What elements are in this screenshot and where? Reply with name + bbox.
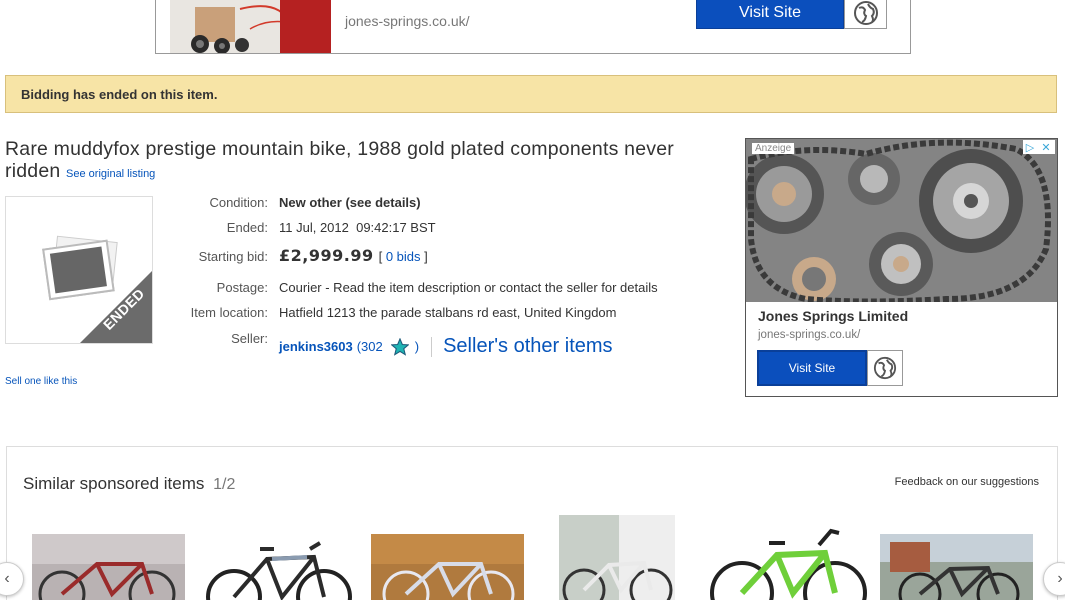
ad-choices[interactable]: ▷ ✕ [1023,140,1055,154]
ad-choices-icon[interactable]: ▷ [1023,140,1037,154]
bidding-ended-banner: Bidding has ended on this item. [5,75,1057,113]
bids-close-bracket: ] [424,249,428,264]
postage-row: Postage: Courier - Read the item descrip… [160,280,740,295]
similar-sponsored-items: Similar sponsored items 1/2 Feedback on … [0,446,1065,600]
similar-item-image[interactable] [707,525,867,600]
item-location-label: Item location: [190,305,268,320]
seller-feedback-score[interactable]: (302 [357,339,383,354]
similar-items-page: 1/2 [213,476,236,493]
chevron-left-icon: ‹ [4,570,10,587]
similar-item-image[interactable] [32,534,185,600]
item-location-value: Hatfield 1213 the parade stalbans rd eas… [279,305,617,320]
similar-items-title: Similar sponsored items [23,474,205,493]
starting-bid-value: £2,999.99 [279,246,374,265]
starting-bid-row: Starting bid: £2,999.99 [ 0 bids ] [160,246,740,265]
condition-label: Condition: [209,195,268,210]
chevron-right-icon: › [1057,570,1063,587]
side-ad-url[interactable]: jones-springs.co.uk/ [758,329,860,341]
status-message: Bidding has ended on this item. [21,86,218,102]
condition-row: Condition: New other (see details) [160,195,740,210]
starting-bid-label: Starting bid: [198,249,268,264]
similar-item-image[interactable] [880,534,1033,600]
top-banner-ad[interactable]: jones-springs.co.uk/ Visit Site [155,0,911,54]
item-thumbnail[interactable]: ENDED [5,196,153,344]
sell-one-like-this-link[interactable]: Sell one like this [5,376,77,387]
bids-open-bracket: [ [378,249,383,264]
bids-count: [ 0 bids ] [379,249,428,264]
globe-icon[interactable] [867,350,903,386]
ad-tag: Anzeige [752,143,795,154]
carousel-next-button[interactable]: › [1043,562,1065,596]
side-ad-image[interactable] [746,139,1057,302]
side-ad-company[interactable]: Jones Springs Limited [758,308,908,324]
postage-label: Postage: [216,280,268,295]
postage-value: Courier - Read the item description or c… [279,280,658,295]
seller-label: Seller: [231,331,268,346]
divider [431,336,433,357]
seller-info: jenkins3603 (302 ) Seller's other items [279,335,613,358]
ad-close-icon[interactable]: ✕ [1039,140,1053,154]
seller-score-close: ) [414,339,420,354]
ended-value: 11 Jul, 2012 09:42:17 BST [279,220,436,235]
item-location-row: Item location: Hatfield 1213 the parade … [160,305,740,320]
side-ad[interactable]: Anzeige ▷ ✕ Jones Springs Limited jones-… [745,138,1058,397]
globe-icon[interactable] [844,0,887,29]
top-ad-visit-site-button[interactable]: Visit Site [696,0,844,29]
similar-item-image[interactable] [559,515,675,600]
similar-item-image[interactable] [371,534,524,600]
top-ad-image[interactable] [170,0,331,53]
condition-value: New other (see details) [279,195,421,210]
similar-items-heading: Similar sponsored items 1/2 [23,474,235,494]
similar-item-image[interactable] [202,539,352,600]
side-ad-visit-site-button[interactable]: Visit Site [757,350,867,386]
top-ad-url[interactable]: jones-springs.co.uk/ [345,13,470,29]
bids-link[interactable]: 0 bids [386,249,421,264]
see-original-listing-link[interactable]: See original listing [66,168,155,180]
seller-name-link[interactable]: jenkins3603 [279,339,353,354]
carousel-prev-button[interactable]: ‹ [0,562,24,596]
ended-label: Ended: [226,220,268,235]
ended-row: Ended: 11 Jul, 2012 09:42:17 BST [160,220,740,235]
sellers-other-items-link[interactable]: Seller's other items [443,335,612,358]
item-title: Rare muddyfox prestige mountain bike, 19… [5,138,705,185]
feedback-star-icon [390,337,409,356]
feedback-on-suggestions-link[interactable]: Feedback on our suggestions [895,476,1039,488]
seller-row: Seller: jenkins3603 (302 ) Seller's othe… [160,331,740,358]
